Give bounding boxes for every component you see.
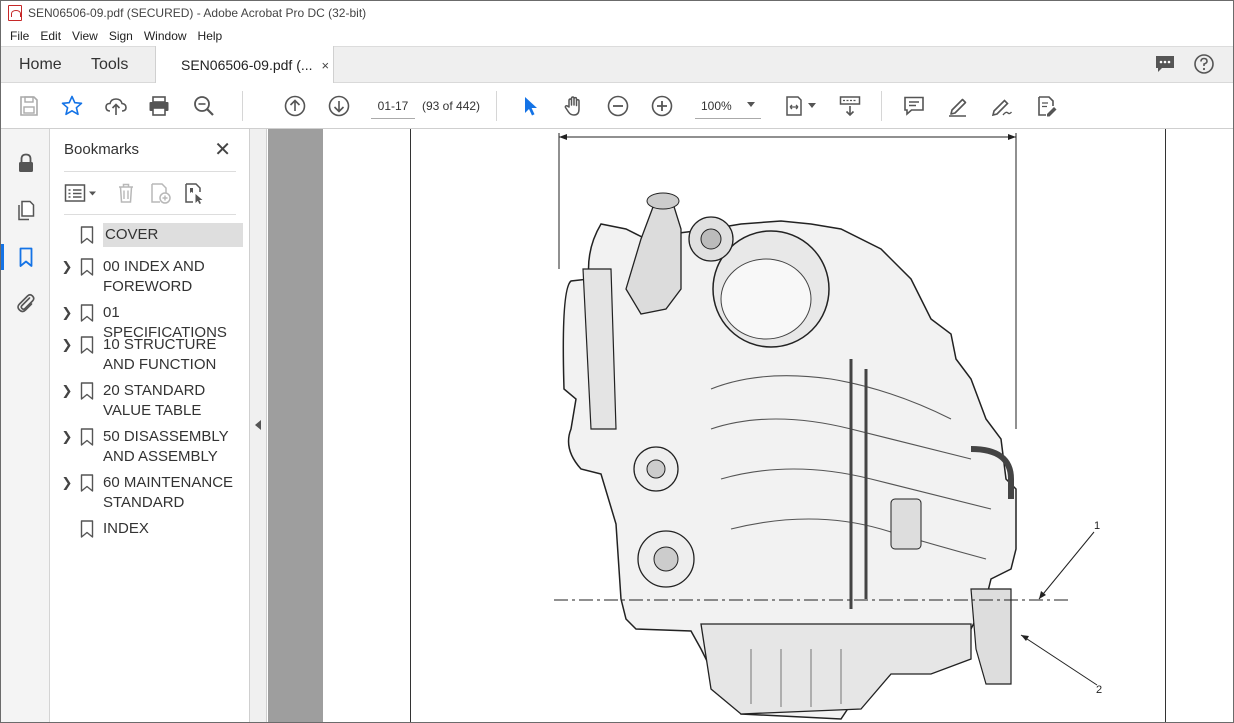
acrobat-window: SEN06506-09.pdf (SECURED) - Adobe Acroba… xyxy=(0,0,1234,723)
menu-file[interactable]: File xyxy=(5,29,35,43)
page-count: (93 of 442) xyxy=(422,99,481,113)
chevron-right-icon[interactable]: ❯ xyxy=(59,473,75,493)
new-bookmark-icon[interactable] xyxy=(148,181,172,205)
menu-sign[interactable]: Sign xyxy=(104,29,139,43)
bookmark-label: INDEX xyxy=(103,520,149,537)
previous-page-icon[interactable] xyxy=(282,93,308,119)
scroll-mode-icon[interactable] xyxy=(837,93,863,119)
collapse-panel-icon[interactable] xyxy=(255,420,261,430)
tab-document[interactable]: SEN06506-09.pdf (... × xyxy=(155,46,334,84)
hand-tool-icon[interactable] xyxy=(561,93,587,119)
panel-splitter[interactable] xyxy=(250,129,267,722)
pdf-page: A 1 2 xyxy=(410,129,1166,722)
chevron-down-icon xyxy=(747,102,755,107)
left-rail xyxy=(1,129,50,722)
select-pointer-icon[interactable] xyxy=(517,93,543,119)
bookmarks-toolbar xyxy=(64,171,236,215)
bookmark-label: 00 INDEX AND FOREWORD xyxy=(103,258,205,295)
lock-icon[interactable] xyxy=(13,150,39,176)
chevron-right-icon[interactable]: ❯ xyxy=(59,427,75,447)
bookmark-label: 50 DISASSEMBLY AND ASSEMBLY xyxy=(103,428,229,465)
dimension-label: A xyxy=(786,129,793,132)
upload-share-icon[interactable] xyxy=(103,93,129,119)
bookmarks-title: Bookmarks xyxy=(64,141,140,158)
menu-edit[interactable]: Edit xyxy=(35,29,67,43)
bookmark-01-specifications[interactable]: ❯ 01 SPECIFICATIONS xyxy=(50,303,250,341)
help-icon[interactable] xyxy=(1193,53,1215,80)
bookmark-label: 20 STANDARD VALUE TABLE xyxy=(103,382,206,419)
chevron-right-icon[interactable]: ❯ xyxy=(59,381,75,401)
tab-home[interactable]: Home xyxy=(19,47,62,83)
bookmark-20-standard-value-table[interactable]: ❯ 20 STANDARD VALUE TABLE xyxy=(50,381,250,427)
bookmark-flag-icon xyxy=(80,474,94,492)
bookmark-50-disassembly-and-assembly[interactable]: ❯ 50 DISASSEMBLY AND ASSEMBLY xyxy=(50,427,250,473)
save-icon[interactable] xyxy=(16,93,42,119)
edit-pdf-icon[interactable] xyxy=(1034,93,1060,119)
menu-help[interactable]: Help xyxy=(193,29,229,43)
page-number-input[interactable] xyxy=(371,93,415,119)
bookmark-flag-icon xyxy=(80,226,94,244)
bookmarks-panel: Bookmarks ✕ COVER ❯ 00 INDEX AND FOREWOR… xyxy=(50,129,250,722)
zoom-search-icon[interactable] xyxy=(191,93,217,119)
zoom-value: 100% xyxy=(701,98,732,113)
next-page-icon[interactable] xyxy=(326,93,352,119)
bookmark-options-icon[interactable] xyxy=(64,181,100,205)
chevron-right-icon[interactable]: ❯ xyxy=(59,257,75,277)
bookmark-flag-icon xyxy=(80,428,94,446)
find-bookmark-icon[interactable] xyxy=(182,181,206,205)
page-thumbnails-icon[interactable] xyxy=(13,197,39,223)
bookmark-index[interactable]: INDEX xyxy=(50,519,250,551)
engine-illustration xyxy=(554,133,1098,720)
menu-bar: File Edit View Sign Window Help xyxy=(1,25,1233,46)
bookmark-flag-icon xyxy=(80,382,94,400)
title-bar: SEN06506-09.pdf (SECURED) - Adobe Acroba… xyxy=(1,1,1233,25)
star-bookmark-icon[interactable] xyxy=(59,93,85,119)
tab-row: Home Tools SEN06506-09.pdf (... × xyxy=(1,46,1233,84)
bookmark-list: COVER ❯ 00 INDEX AND FOREWORD ❯ 01 SPECI… xyxy=(50,223,250,551)
tab-tools[interactable]: Tools xyxy=(91,47,128,83)
comment-icon[interactable] xyxy=(1154,53,1176,80)
bookmark-60-maintenance-standard[interactable]: ❯ 60 MAINTENANCE STANDARD xyxy=(50,473,250,519)
delete-bookmark-icon[interactable] xyxy=(114,181,138,205)
window-title: SEN06506-09.pdf (SECURED) - Adobe Acroba… xyxy=(28,6,367,20)
page-fit-dropdown-icon[interactable] xyxy=(808,103,816,108)
bookmark-flag-icon xyxy=(80,304,94,322)
chevron-right-icon[interactable]: ❯ xyxy=(59,303,75,323)
bookmarks-panel-icon[interactable] xyxy=(1,244,39,270)
highlight-pen-icon[interactable] xyxy=(945,93,971,119)
bookmark-flag-icon xyxy=(80,258,94,276)
callout-number: 2 xyxy=(1096,684,1103,696)
zoom-in-icon[interactable] xyxy=(649,93,675,119)
bookmark-cover[interactable]: COVER xyxy=(50,223,250,257)
bookmark-flag-icon xyxy=(80,336,94,354)
callout-number: 1 xyxy=(1094,520,1101,532)
bookmark-label: 10 STRUCTURE AND FUNCTION xyxy=(103,336,217,373)
close-panel-button[interactable]: ✕ xyxy=(214,137,231,162)
acrobat-logo-icon xyxy=(8,5,22,21)
print-icon[interactable] xyxy=(146,93,172,119)
attachments-paperclip-icon[interactable] xyxy=(13,290,39,316)
bookmark-label: COVER xyxy=(103,223,243,247)
bookmark-label: 60 MAINTENANCE STANDARD xyxy=(103,474,234,511)
chevron-right-icon[interactable]: ❯ xyxy=(59,335,75,355)
bookmark-flag-icon xyxy=(80,520,94,538)
menu-window[interactable]: Window xyxy=(139,29,193,43)
main-toolbar: (93 of 442) 100% xyxy=(1,83,1233,129)
comment-tool-icon[interactable] xyxy=(901,93,927,119)
zoom-out-icon[interactable] xyxy=(605,93,631,119)
menu-view[interactable]: View xyxy=(67,29,104,43)
sign-icon[interactable] xyxy=(989,93,1015,119)
zoom-dropdown[interactable]: 100% xyxy=(695,93,761,119)
close-tab-button[interactable]: × xyxy=(322,58,330,73)
document-tab-label: SEN06506-09.pdf (... xyxy=(181,57,313,73)
bookmark-10-structure-and-function[interactable]: ❯ 10 STRUCTURE AND FUNCTION xyxy=(50,335,250,381)
document-gutter xyxy=(268,129,323,722)
bookmark-00-index-and-foreword[interactable]: ❯ 00 INDEX AND FOREWORD xyxy=(50,257,250,303)
document-viewport[interactable]: A 1 2 xyxy=(268,129,1233,722)
page-fit-icon[interactable] xyxy=(781,93,807,119)
